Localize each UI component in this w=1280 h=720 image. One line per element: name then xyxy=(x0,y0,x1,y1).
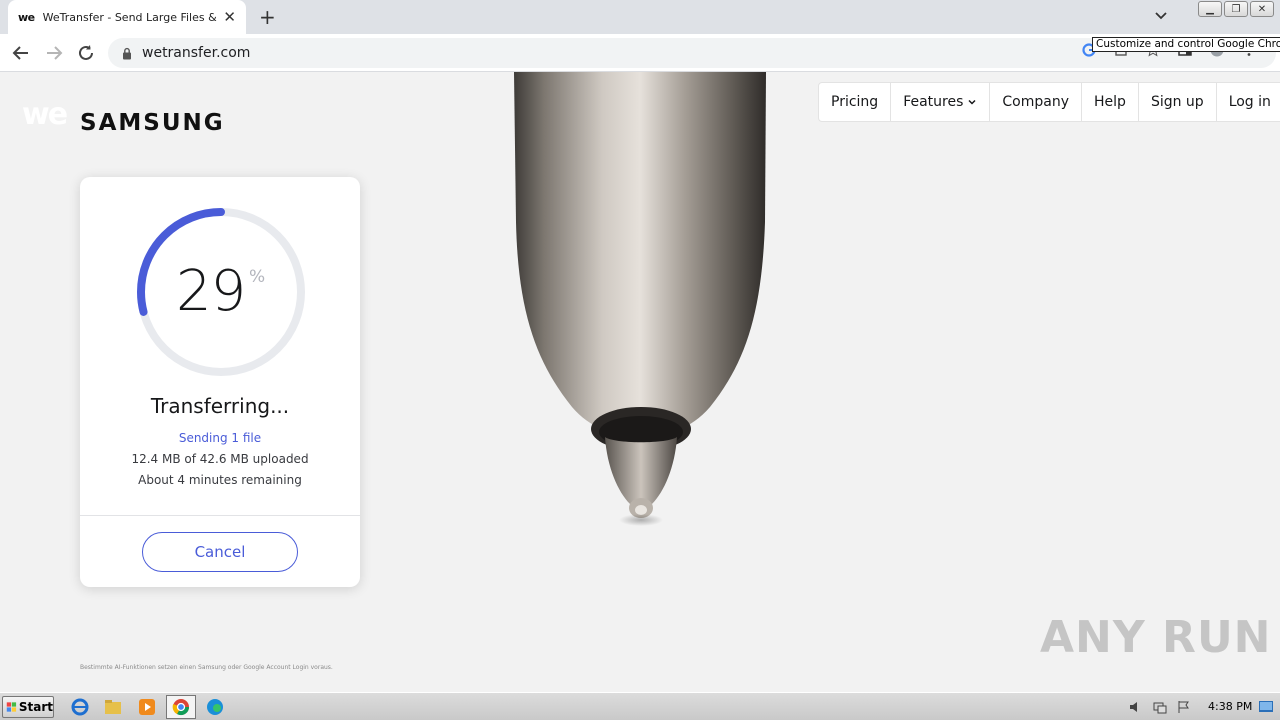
edge-icon[interactable] xyxy=(205,697,225,717)
tab-title: WeTransfer - Send Large Files & Sha xyxy=(42,10,219,24)
nav-pricing-label: Pricing xyxy=(831,94,879,110)
action-center-flag-icon[interactable] xyxy=(1176,699,1192,715)
start-label: Start xyxy=(18,700,53,714)
taskbar-clock: 4:38 PM xyxy=(1208,700,1253,713)
media-player-icon[interactable] xyxy=(137,697,157,717)
chevron-down-icon xyxy=(968,99,976,105)
url-text: wetransfer.com xyxy=(142,45,251,61)
volume-icon[interactable] xyxy=(1128,699,1144,715)
nav-company-label: Company xyxy=(1002,94,1070,110)
close-tab-icon[interactable]: ✕ xyxy=(223,8,236,26)
windows-logo-icon xyxy=(6,702,17,712)
explorer-icon[interactable] xyxy=(103,697,123,717)
upload-amount: 12.4 MB of 42.6 MB uploaded xyxy=(131,452,309,466)
browser-tab[interactable]: we WeTransfer - Send Large Files & Sha ✕ xyxy=(8,0,246,34)
system-tray xyxy=(1122,695,1278,719)
transfer-progress-card: 29 % Transferring... Sending 1 file 12.4… xyxy=(80,177,360,587)
network-icon[interactable] xyxy=(1152,699,1168,715)
samsung-logo[interactable]: SAMSUNG xyxy=(80,110,225,136)
restore-icon[interactable]: ❐ xyxy=(1224,1,1248,17)
nav-sign-up[interactable]: Sign up xyxy=(1139,83,1217,121)
window-close-icon[interactable]: ✕ xyxy=(1250,1,1274,17)
nav-help-label: Help xyxy=(1094,94,1126,110)
tab-search-chevron-icon[interactable] xyxy=(1152,6,1170,24)
ie-icon[interactable] xyxy=(70,697,90,717)
page-content: we SAMSUNG Pricing Features Company Help… xyxy=(0,72,1280,692)
card-divider xyxy=(80,515,360,516)
percent-sign: % xyxy=(249,267,266,287)
window-controls: ▁ ❐ ✕ xyxy=(1198,1,1274,17)
cancel-button[interactable]: Cancel xyxy=(142,532,298,572)
nav-pricing[interactable]: Pricing xyxy=(819,83,892,121)
top-navigation: Pricing Features Company Help Sign up Lo… xyxy=(818,82,1280,122)
lock-icon[interactable] xyxy=(122,47,132,60)
back-icon[interactable] xyxy=(10,42,32,64)
minimize-icon[interactable]: ▁ xyxy=(1198,1,1222,17)
nav-log-in[interactable]: Log in xyxy=(1217,83,1280,121)
windows-taskbar: Start 4:38 PM xyxy=(0,692,1280,720)
chrome-icon[interactable] xyxy=(171,697,191,717)
nav-log-in-label: Log in xyxy=(1228,94,1271,110)
forward-icon[interactable] xyxy=(43,42,65,64)
anyrun-watermark: ANY RUN xyxy=(1040,612,1272,663)
wetransfer-logo[interactable]: we xyxy=(22,97,68,132)
time-remaining: About 4 minutes remaining xyxy=(138,473,302,487)
progress-percent: 29 xyxy=(176,259,246,324)
new-tab-icon[interactable]: + xyxy=(259,5,276,29)
chrome-menu-tooltip: Customize and control Google Chrome xyxy=(1092,37,1280,52)
start-button[interactable]: Start xyxy=(2,696,54,718)
nav-help[interactable]: Help xyxy=(1082,83,1139,121)
transfer-title: Transferring... xyxy=(150,394,290,418)
ai-footnote: Bestimmte AI-Funktionen setzen einen Sam… xyxy=(80,664,333,671)
spen-background-image xyxy=(514,72,766,526)
nav-features-label: Features xyxy=(903,94,964,110)
nav-sign-up-label: Sign up xyxy=(1150,94,1204,110)
nav-company[interactable]: Company xyxy=(990,83,1083,121)
wetransfer-favicon-icon: we xyxy=(18,10,35,24)
watermark-text: ANY RUN xyxy=(1040,612,1272,663)
browser-tabbar: we WeTransfer - Send Large Files & Sha ✕… xyxy=(0,0,1280,34)
nav-features[interactable]: Features xyxy=(891,83,991,121)
show-desktop-icon[interactable] xyxy=(1258,699,1274,715)
reload-icon[interactable] xyxy=(75,42,97,64)
transfer-status: Sending 1 file xyxy=(178,431,262,445)
